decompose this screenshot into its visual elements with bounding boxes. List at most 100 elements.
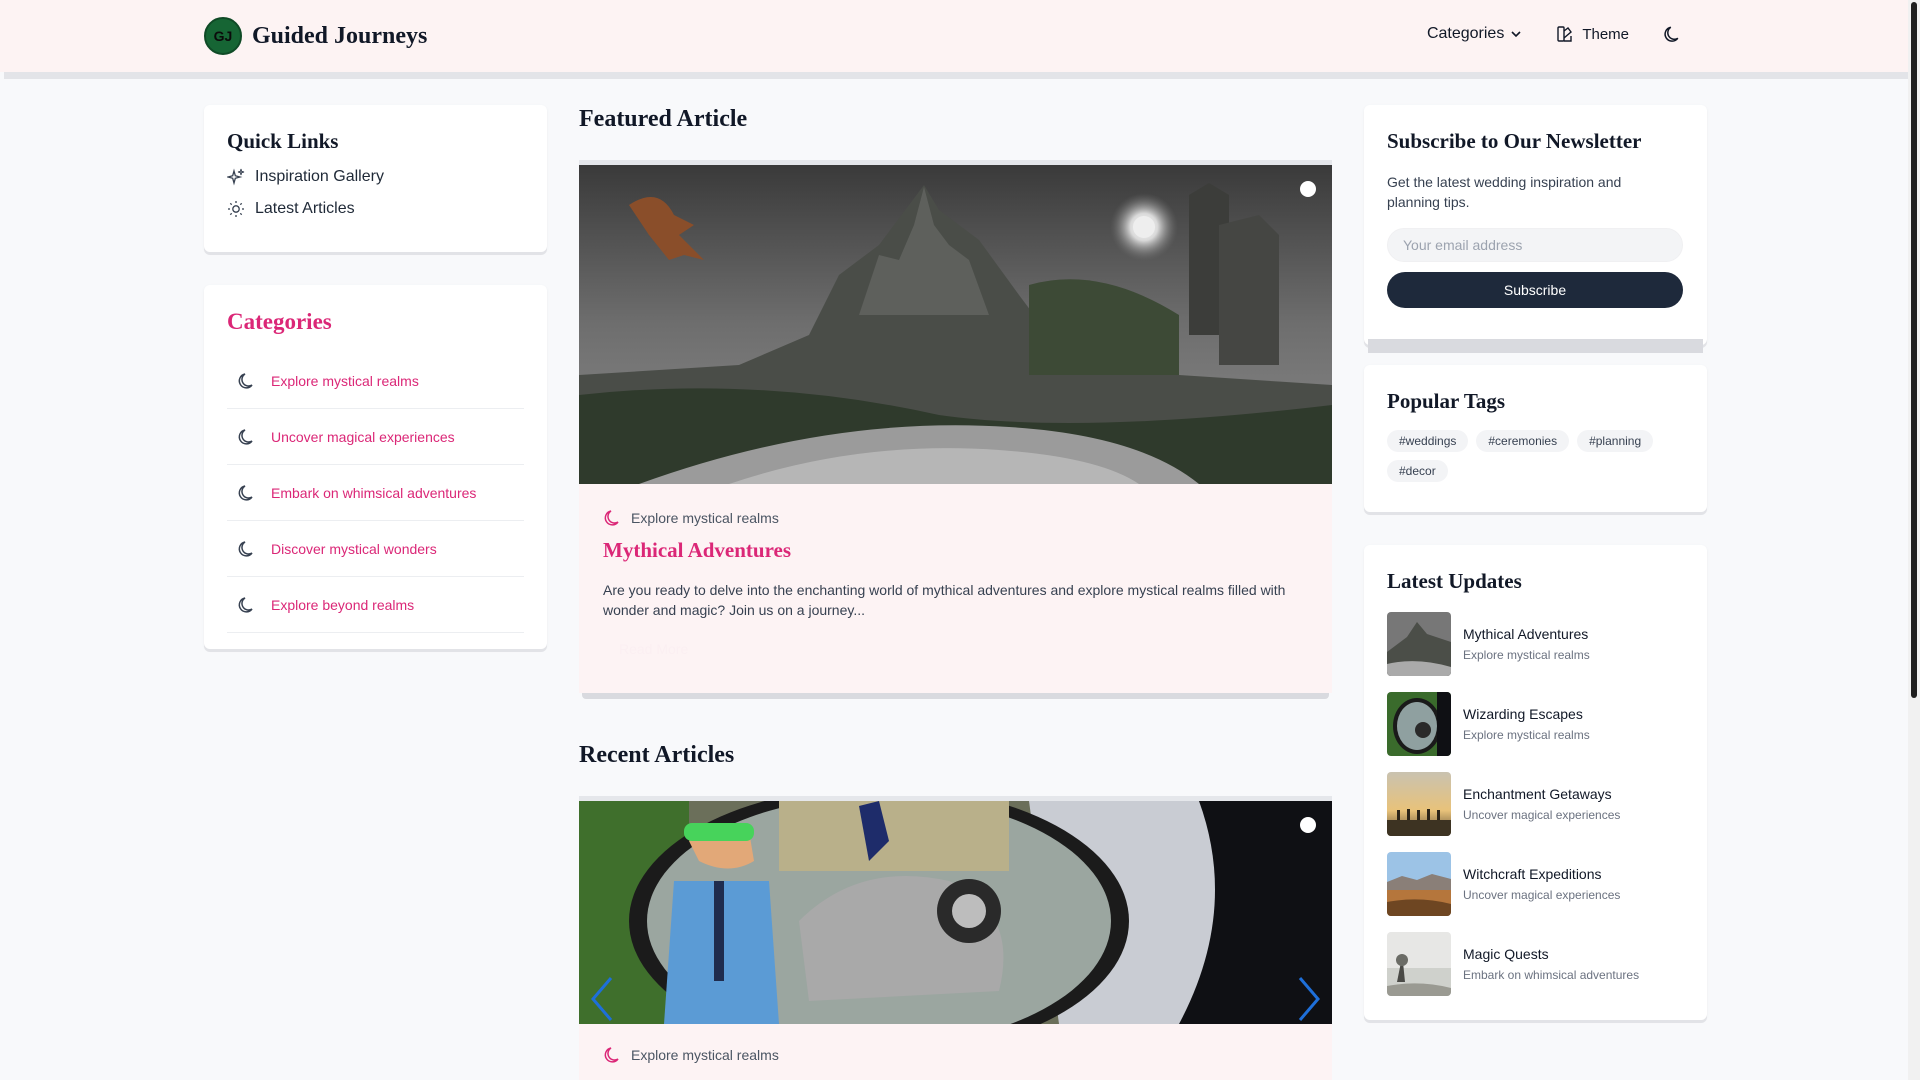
category-label: Discover mystical wonders: [271, 540, 437, 557]
featured-article-category[interactable]: Explore mystical realms: [603, 508, 779, 528]
scrollbar-thumb[interactable]: [1911, 2, 1917, 698]
email-input[interactable]: [1387, 228, 1683, 262]
update-item[interactable]: Magic Quests Embark on whimsical adventu…: [1387, 932, 1684, 996]
update-title: Mythical Adventures: [1463, 626, 1589, 642]
subscribe-button[interactable]: Subscribe: [1387, 272, 1683, 308]
newsletter-card-shadow: [1368, 339, 1703, 353]
update-subtitle: Explore mystical realms: [1463, 728, 1590, 742]
update-subtitle: Explore mystical realms: [1463, 648, 1590, 662]
quick-link-label: Latest Articles: [255, 200, 355, 217]
featured-article-description: Are you ready to delve into the enchanti…: [603, 582, 1286, 618]
recent-section-title: Recent Articles: [579, 742, 735, 768]
category-item[interactable]: Discover mystical wonders: [227, 521, 524, 577]
palette-icon: [1557, 26, 1573, 42]
tag-list: #weddings #ceremonies #planning #decor: [1387, 430, 1687, 490]
moon-icon: [604, 1047, 619, 1063]
category-item[interactable]: Embark on whimsical adventures: [227, 465, 524, 521]
page-scrollbar[interactable]: [1908, 0, 1920, 1080]
dark-mode-toggle[interactable]: [1663, 24, 1683, 44]
latest-updates-card: Latest Updates Mythical Adventures Explo…: [1364, 545, 1707, 1020]
update-subtitle: Uncover magical experiences: [1463, 888, 1621, 902]
tag-chip[interactable]: #decor: [1387, 460, 1448, 482]
brand-name[interactable]: Guided Journeys: [252, 23, 427, 50]
theme-button-label: Theme: [1582, 25, 1629, 43]
moon-icon: [238, 372, 253, 389]
theme-button[interactable]: Theme: [1556, 25, 1629, 43]
sun-icon: [228, 201, 244, 217]
read-more-link[interactable]: Read More: [619, 641, 688, 657]
sparkles-icon: [227, 168, 245, 186]
header-divider: [4, 72, 1908, 79]
quick-link-inspiration-gallery[interactable]: Inspiration Gallery: [227, 168, 524, 186]
update-item[interactable]: Mythical Adventures Explore mystical rea…: [1387, 612, 1684, 676]
update-subtitle: Uncover magical experiences: [1463, 808, 1621, 822]
carousel-next-arrow-icon[interactable]: [1296, 976, 1322, 1022]
quick-link-label: Inspiration Gallery: [255, 168, 384, 185]
moon-icon: [238, 596, 253, 613]
tag-chip[interactable]: #ceremonies: [1476, 430, 1570, 452]
quick-links-title: Quick Links: [227, 129, 339, 153]
recent-category-label: Explore mystical realms: [631, 1047, 779, 1063]
newsletter-title: Subscribe to Our Newsletter: [1387, 129, 1642, 153]
featured-article-body: Explore mystical realms Mythical Adventu…: [579, 484, 1332, 693]
featured-article-title[interactable]: Mythical Adventures: [603, 538, 791, 563]
update-item[interactable]: Wizarding Escapes Explore mystical realm…: [1387, 692, 1684, 756]
update-thumbnail[interactable]: [1387, 772, 1451, 836]
site-header: GJ Guided Journeys Categories Theme: [0, 0, 1908, 72]
category-label: Embark on whimsical adventures: [271, 484, 477, 501]
brand[interactable]: GJ Guided Journeys: [204, 17, 427, 55]
category-list: Explore mystical realms Uncover magical …: [227, 353, 524, 633]
category-item[interactable]: Uncover magical experiences: [227, 409, 524, 465]
update-title: Witchcraft Expeditions: [1463, 866, 1602, 882]
newsletter-card: Subscribe to Our Newsletter Get the late…: [1364, 105, 1707, 353]
featured-section-title: Featured Article: [579, 106, 748, 132]
moon-icon: [238, 484, 253, 501]
recent-articles-carousel[interactable]: Explore mystical realms: [579, 796, 1332, 1080]
image-badge-dot: [1300, 817, 1316, 833]
moon-icon: [1664, 26, 1679, 42]
latest-updates-title: Latest Updates: [1387, 569, 1522, 593]
category-label: Explore mystical realms: [271, 372, 419, 389]
update-item[interactable]: Enchantment Getaways Uncover magical exp…: [1387, 772, 1684, 836]
newsletter-description: Get the latest wedding inspiration and p…: [1387, 174, 1622, 210]
header-nav: Categories Theme: [1427, 24, 1683, 44]
recent-article-image[interactable]: [579, 801, 1332, 1024]
featured-article-card[interactable]: Explore mystical realms Mythical Adventu…: [579, 160, 1332, 699]
update-thumbnail[interactable]: [1387, 692, 1451, 756]
category-label: Explore beyond realms: [271, 596, 415, 613]
categories-dropdown[interactable]: Categories: [1427, 25, 1522, 43]
image-badge-dot: [1300, 181, 1316, 197]
chevron-down-icon: [1511, 31, 1521, 38]
update-thumbnail[interactable]: [1387, 852, 1451, 916]
category-item[interactable]: Explore beyond realms: [227, 577, 524, 633]
recent-article-category[interactable]: Explore mystical realms: [603, 1045, 779, 1065]
update-subtitle: Embark on whimsical adventures: [1463, 968, 1640, 982]
featured-category-label: Explore mystical realms: [631, 510, 779, 526]
popular-tags-card: Popular Tags #weddings #ceremonies #plan…: [1364, 365, 1707, 512]
updates-list: Mythical Adventures Explore mystical rea…: [1387, 612, 1684, 996]
update-title: Wizarding Escapes: [1463, 706, 1583, 722]
moon-icon: [238, 428, 253, 445]
moon-icon: [604, 510, 619, 526]
categories-title: Categories: [227, 309, 332, 334]
quick-links-card: Quick Links Inspiration Gallery Latest A…: [204, 105, 547, 252]
update-item[interactable]: Witchcraft Expeditions Uncover magical e…: [1387, 852, 1684, 916]
moon-icon: [238, 540, 253, 557]
categories-card: Categories Explore mystical realms Uncov…: [204, 285, 547, 649]
category-item[interactable]: Explore mystical realms: [227, 353, 524, 409]
categories-dropdown-label: Categories: [1426, 25, 1505, 42]
category-label: Uncover magical experiences: [271, 428, 455, 445]
update-title: Enchantment Getaways: [1463, 786, 1612, 802]
featured-article-image[interactable]: [579, 165, 1332, 484]
quick-link-latest-articles[interactable]: Latest Articles: [227, 200, 524, 218]
recent-article-body: Explore mystical realms: [579, 1024, 1332, 1080]
popular-tags-title: Popular Tags: [1387, 389, 1506, 413]
update-title: Magic Quests: [1463, 946, 1549, 962]
logo-badge[interactable]: GJ: [204, 17, 242, 55]
carousel-prev-arrow-icon[interactable]: [589, 976, 615, 1022]
tag-chip[interactable]: #weddings: [1387, 430, 1469, 452]
update-thumbnail[interactable]: [1387, 612, 1451, 676]
update-thumbnail[interactable]: [1387, 932, 1451, 996]
tag-chip[interactable]: #planning: [1577, 430, 1654, 452]
card-bottom-shadow: [582, 693, 1329, 699]
